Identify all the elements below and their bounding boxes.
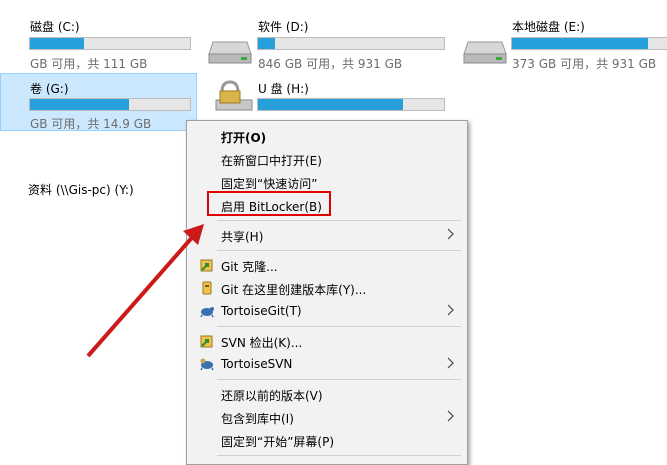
drive-e-info: 373 GB 可用，共 931 GB	[512, 57, 657, 71]
menu-item-label: Git 克隆...	[221, 260, 278, 274]
drive-c-info: GB 可用，共 111 GB	[30, 57, 148, 71]
drive-h-usage-bar	[257, 98, 445, 111]
hard-drive-icon	[463, 41, 507, 64]
git-clone-icon	[200, 259, 213, 272]
menu-item-share[interactable]: 共享(H)	[189, 224, 465, 246]
menu-item-label: 在新窗口中打开(E)	[221, 154, 322, 168]
drive-d-name: 软件 (D:)	[258, 20, 309, 34]
svn-checkout-icon	[200, 335, 213, 348]
menu-item-label: 打开(O)	[221, 131, 267, 145]
hard-drive-icon	[208, 41, 252, 64]
drive-g-usage-fill	[30, 99, 130, 110]
menu-item-git-create-repo[interactable]: Git 在这里创建版本库(Y)...	[189, 277, 465, 299]
chevron-right-icon	[447, 304, 454, 316]
drive-c-usage-bar	[29, 37, 191, 50]
menu-item-tortoisegit[interactable]: TortoiseGit(T)	[189, 300, 465, 322]
menu-separator	[217, 379, 461, 380]
menu-item-label: 还原以前的版本(V)	[221, 389, 323, 403]
menu-item-label: TortoiseSVN	[221, 357, 293, 371]
menu-item-pin-to-start[interactable]: 固定到“开始”屏幕(P)	[189, 429, 465, 451]
menu-item-git-clone[interactable]: Git 克隆...	[189, 254, 465, 276]
menu-item-label: 固定到“快速访问”	[221, 177, 318, 191]
menu-item-open-new-window[interactable]: 在新窗口中打开(E)	[189, 148, 465, 170]
menu-item-label: Git 在这里创建版本库(Y)...	[221, 283, 367, 297]
drive-d-usage-fill	[258, 38, 275, 49]
drive-d-usage-bar	[257, 37, 445, 50]
menu-item-label: 包含到库中(I)	[221, 412, 294, 426]
menu-item-svn-checkout[interactable]: SVN 检出(K)...	[189, 330, 465, 352]
tortoisesvn-icon	[200, 358, 214, 371]
network-drive-y[interactable]: 资料 (\\Gis-pc) (Y:)	[28, 181, 134, 198]
drive-h-name: U 盘 (H:)	[258, 82, 309, 96]
menu-item-restore-previous-versions[interactable]: 还原以前的版本(V)	[189, 383, 465, 405]
menu-item-tortoisesvn[interactable]: TortoiseSVN	[189, 353, 465, 375]
menu-separator	[217, 326, 461, 327]
chevron-right-icon	[447, 357, 454, 369]
drive-g-name: 卷 (G:)	[30, 82, 69, 96]
git-create-repo-icon	[202, 281, 212, 295]
highlight-box	[207, 191, 331, 216]
menu-item-label: 固定到“开始”屏幕(P)	[221, 435, 335, 449]
drive-c-usage-fill	[30, 38, 85, 49]
menu-item-include-in-library[interactable]: 包含到库中(I)	[189, 406, 465, 428]
menu-item-label: 共享(H)	[221, 230, 264, 244]
menu-separator	[217, 250, 461, 251]
usb-drive-lock-icon	[215, 80, 253, 111]
chevron-right-icon	[447, 228, 454, 240]
drive-e-usage-fill	[512, 38, 648, 49]
chevron-right-icon	[447, 410, 454, 422]
menu-separator	[217, 455, 461, 456]
menu-item-label: TortoiseGit(T)	[221, 304, 302, 318]
drive-h-usage-fill	[258, 99, 404, 110]
menu-separator	[217, 220, 461, 221]
drive-g-usage-bar	[29, 98, 191, 111]
tortoisegit-icon	[200, 307, 214, 318]
menu-item-label: SVN 检出(K)...	[221, 336, 303, 350]
drive-e-usage-bar	[511, 37, 667, 50]
drive-g-info: GB 可用，共 14.9 GB	[30, 117, 152, 131]
menu-item-open[interactable]: 打开(O)	[189, 125, 465, 147]
drive-c-name: 磁盘 (C:)	[30, 20, 80, 34]
menu-item-pin-quick-access[interactable]: 固定到“快速访问”	[189, 171, 465, 193]
drive-e-name: 本地磁盘 (E:)	[512, 20, 585, 34]
drive-d-info: 846 GB 可用，共 931 GB	[258, 57, 403, 71]
context-menu: 打开(O) 在新窗口中打开(E) 固定到“快速访问” 启用 BitLocker(…	[186, 120, 468, 465]
